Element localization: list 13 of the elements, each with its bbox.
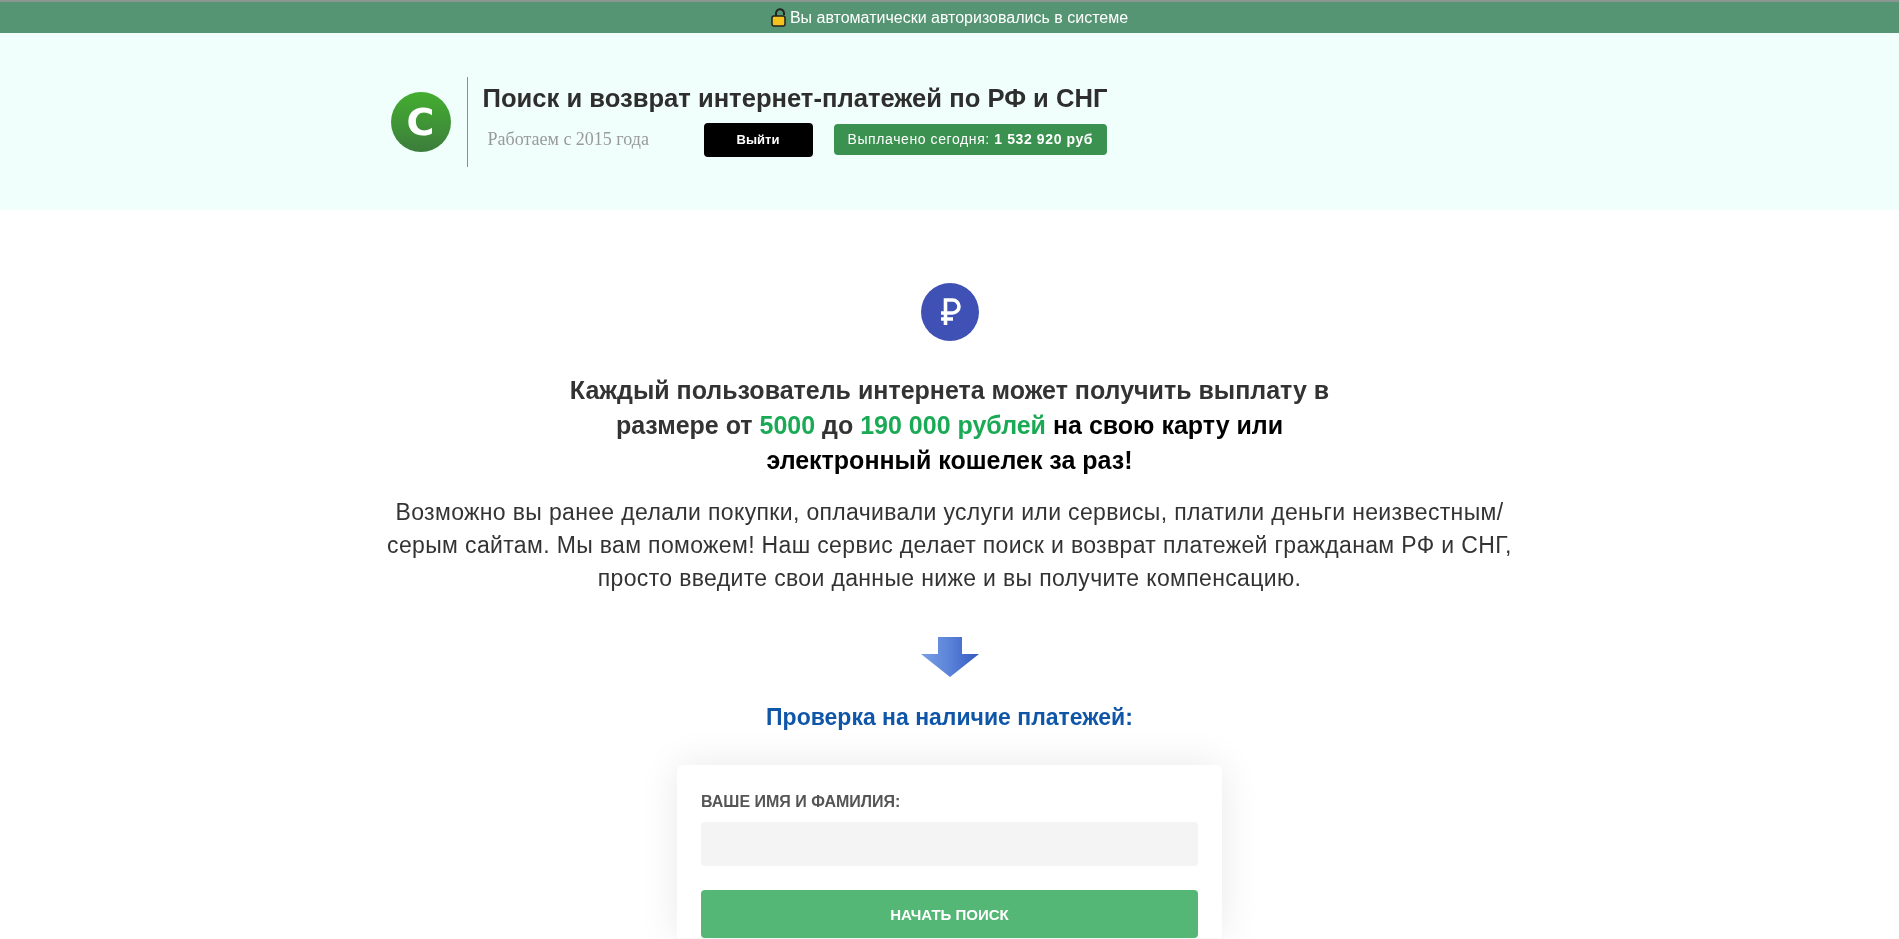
form-heading: Проверка на наличие платежей:	[766, 703, 1133, 732]
tagline: Работаем с 2015 года	[487, 129, 650, 150]
down-arrow-icon	[920, 637, 979, 677]
headline: Каждый пользователь интернета может получить выплату в размере от 5000 до 190 000 рублей на свою карту или электронный кошелек за раз!	[568, 375, 1331, 476]
login-notice: Вы автоматически авторизовались в системе	[789, 8, 1129, 27]
logo: C	[390, 91, 451, 152]
logout-button[interactable]: Выйти	[703, 122, 813, 157]
site-title: Поиск и возврат интернет-платежей по РФ и СНГ	[482, 82, 1108, 113]
payout-badge: Выплачено сегодня: 1 532 920 руб	[833, 124, 1108, 155]
field-label: ВАШЕ ИМЯ И ФАМИЛИЯ:	[701, 792, 902, 812]
description-text: Возможно вы ранее делали покупки, оплачивали услуги или сервисы, платили деньги неизвестным/ серым сайтам. Мы вам поможем! Наш сервис делает поиск и возврат платежей гражданам РФ и СНГ, просто введите свои данные ниже и вы получите компенсацию.	[386, 498, 1513, 593]
lock-icon	[770, 8, 787, 27]
ruble-icon	[920, 283, 979, 341]
